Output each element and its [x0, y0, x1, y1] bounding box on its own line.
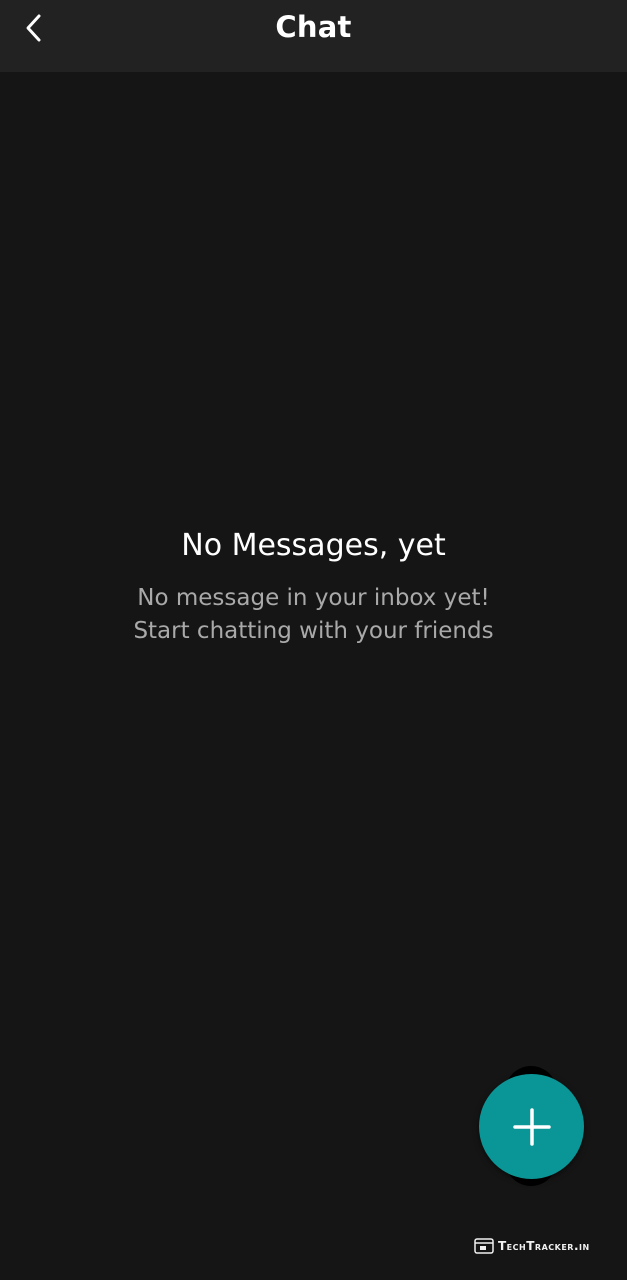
watermark: TechTracker.in — [474, 1236, 590, 1256]
empty-state-heading: No Messages, yet — [181, 528, 446, 563]
empty-state-message: No message in your inbox yet! Start chat… — [0, 582, 627, 648]
empty-state-line-1: No message in your inbox yet! — [137, 585, 490, 611]
empty-state: No Messages, yet No message in your inbo… — [0, 526, 627, 648]
plus-icon — [512, 1107, 551, 1146]
empty-state-line-2: Start chatting with your friends — [133, 618, 494, 644]
new-chat-button[interactable] — [479, 1074, 584, 1179]
page-title: Chat — [275, 10, 352, 44]
top-app-bar: Chat — [0, 0, 627, 72]
chat-screen: Chat No Messages, yet No message in your… — [0, 0, 627, 1280]
watermark-logo-icon — [474, 1238, 494, 1254]
watermark-text: TechTracker.in — [498, 1239, 590, 1253]
